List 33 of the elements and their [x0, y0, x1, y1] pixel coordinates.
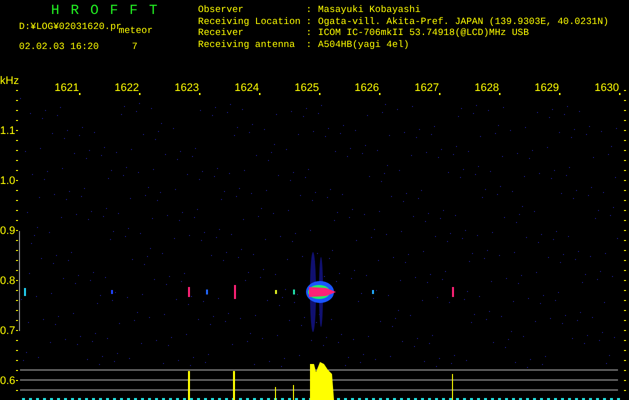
frequency-label: 0.6	[0, 375, 16, 387]
time-label: 1628	[474, 82, 499, 94]
info-value: Masayuki Kobayashi	[318, 4, 421, 16]
time-label: 1622	[114, 82, 139, 94]
info-label: Receiver	[198, 27, 245, 38]
time-label: 1626	[354, 82, 379, 94]
info-label: Receiving antenna	[198, 38, 296, 50]
frequency-label: 1.1	[0, 125, 16, 137]
info-value: Ogata-vill. Akita-Pref. JAPAN (139.9303E, 40.0231N)	[318, 16, 609, 27]
frequency-label: 1.0	[0, 175, 16, 187]
info-label: Observer	[198, 4, 245, 16]
frequency-label: 0.8	[0, 275, 16, 287]
time-label: 1629	[534, 82, 559, 94]
info-value: A504HB(yagi 4el)	[318, 38, 410, 50]
time-label: 1624	[234, 82, 259, 94]
info-value: ICOM IC-706mkII 53.74918(@LCD)MHz USB	[318, 27, 529, 38]
frequency-unit: kHz	[0, 75, 19, 87]
mode-label: meteor	[118, 26, 153, 36]
time-label: 1625	[294, 82, 319, 94]
timestamp: 02.02.03 16:20	[19, 42, 99, 52]
app-title: H R O F F T	[50, 4, 160, 18]
info-separator: :	[306, 16, 313, 27]
time-label: 1627	[414, 82, 439, 94]
info-label: Receiving Location	[198, 16, 302, 27]
frequency-label: 0.9	[0, 225, 16, 237]
info-separator: :	[306, 4, 313, 16]
frequency-label: 0.7	[0, 325, 16, 337]
meteor-count: 7	[132, 42, 138, 52]
time-label: 1630	[594, 82, 619, 94]
info-separator: :	[306, 27, 313, 38]
time-label: 1623	[174, 82, 199, 94]
time-label: 1621	[54, 82, 79, 94]
info-separator: :	[306, 38, 313, 50]
